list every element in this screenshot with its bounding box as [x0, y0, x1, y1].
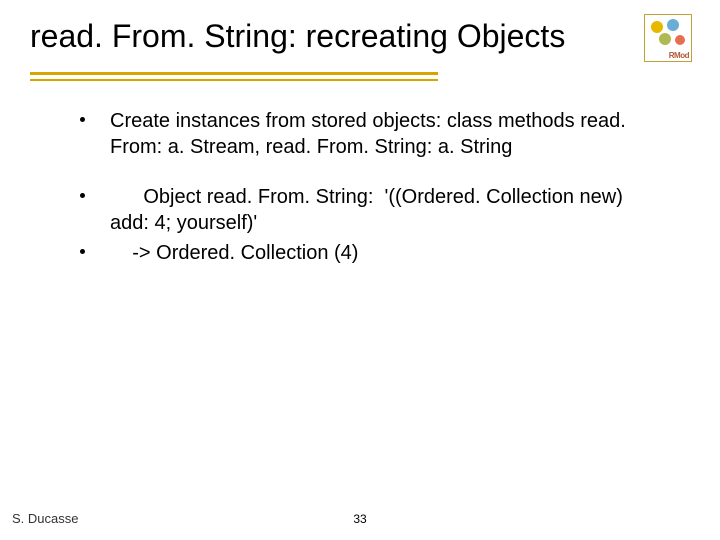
bullet-text: Object read. From. String: '((Ordered. C… [110, 184, 660, 236]
logo-circle-icon [675, 35, 685, 45]
bullet-item: Object read. From. String: '((Ordered. C… [80, 184, 660, 236]
footer-author: S. Ducasse [12, 511, 78, 526]
slide: read. From. String: recreating Objects R… [0, 0, 720, 540]
slide-body: Create instances from stored objects: cl… [80, 108, 660, 290]
title-wrap: read. From. String: recreating Objects [30, 18, 690, 55]
logo: RMod [644, 14, 692, 62]
logo-circle-icon [667, 19, 679, 31]
footer-page-number: 33 [353, 512, 366, 526]
bullet-icon [80, 193, 85, 198]
bullet-text: Create instances from stored objects: cl… [110, 108, 660, 160]
logo-label: RMod [669, 51, 689, 60]
logo-circle-icon [651, 21, 663, 33]
logo-circle-icon [659, 33, 671, 45]
slide-title: read. From. String: recreating Objects [30, 18, 690, 55]
bullet-item: -> Ordered. Collection (4) [80, 240, 660, 266]
logo-box: RMod [644, 14, 692, 62]
bullet-text: -> Ordered. Collection (4) [110, 240, 660, 266]
bullet-item: Create instances from stored objects: cl… [80, 108, 660, 160]
bullet-icon [80, 117, 85, 122]
bullet-icon [80, 249, 85, 254]
title-underline [30, 72, 438, 81]
